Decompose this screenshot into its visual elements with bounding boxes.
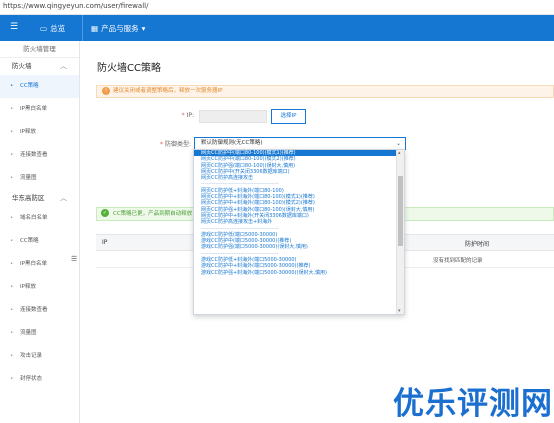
sidebar: 防火墙管理 防火墙 ︿ CC策略 IP黑白名单 IP释放 连接数查看 流量图 华… [0, 41, 80, 423]
sidebar-item-label: CC策略 [20, 83, 39, 89]
sidebar-item-label: 攻击记录 [20, 353, 43, 359]
sidebar-item-traffic[interactable]: 流量图 [0, 167, 79, 190]
empty-text: 没有找到匹配的记录 [433, 258, 483, 264]
select-ip-button[interactable]: 选择IP [271, 109, 306, 124]
scrollbar-thumb[interactable] [398, 176, 403, 246]
chevron-up-icon: ︿ [60, 62, 67, 70]
sidebar-item-label: IP黑白名单 [20, 106, 47, 112]
sidebar-item-domain-whitelist[interactable]: 域名白名单 [0, 207, 79, 230]
sidebar-item-attack-log[interactable]: 攻击记录 [0, 345, 79, 368]
defense-type-value: 默认防御规则(无CC策略) [201, 140, 263, 146]
scroll-up-icon[interactable]: ▴ [398, 150, 401, 156]
grid-icon: ▦ [91, 24, 99, 33]
sidebar-item-label: 封停状态 [20, 376, 43, 382]
chevron-down-icon: ⌄ [395, 140, 401, 147]
sidebar-item-ip-blackwhite-2[interactable]: IP黑白名单 [0, 253, 79, 276]
sidebar-item-label: IP释放 [20, 284, 36, 290]
column-header-time: 防护时间 [465, 241, 490, 248]
page-title: 防火墙CC策略 [97, 63, 161, 74]
watermark-logo: 优乐评测网 [393, 386, 553, 422]
sidebar-group-label: 防火墙 [12, 62, 32, 70]
nav-products-label: 产品与服务 [101, 24, 139, 33]
sidebar-group-label: 华东高防区 [12, 194, 45, 202]
defense-type-dropdown[interactable]: 网页CC防护中(端口80-100)(模式1)(推荐) 网页CC防护中(端口80-1… [193, 149, 405, 315]
browser-url-bar[interactable]: https://www.qingyeyun.com/user/firewall/ [0, 0, 554, 15]
sidebar-item-label: 流量图 [20, 175, 37, 181]
sidebar-item-ip-release-2[interactable]: IP释放 [0, 276, 79, 299]
sidebar-item-cc-policy[interactable]: CC策略 [0, 75, 79, 98]
sidebar-item-ip-release[interactable]: IP释放 [0, 121, 79, 144]
column-header-ip: IP [102, 239, 108, 246]
warning-alert: 建议关闭或者调整策略后，释放一次服务器IP [96, 85, 554, 98]
sidebar-item-label: CC策略 [20, 238, 39, 244]
sidebar-item-ban-status[interactable]: 封停状态 [0, 368, 79, 391]
sidebar-group-east-china[interactable]: 华东高防区 ︿ [0, 190, 79, 207]
dropdown-option-list: 网页CC防护中(端口80-100)(模式1)(推荐) 网页CC防护中(端口80-1… [194, 150, 404, 276]
ip-label: * IP: [181, 112, 194, 119]
sidebar-header: 防火墙管理 [0, 41, 79, 58]
nav-overview-label: 总览 [50, 24, 66, 33]
chevron-up-icon: ︿ [60, 194, 67, 202]
sidebar-item-label: 连接数查看 [20, 152, 48, 158]
sidebar-item-label: 域名白名单 [20, 215, 48, 221]
sidebar-item-label: IP释放 [20, 129, 36, 135]
nav-products[interactable]: ▦ 产品与服务 ▾ [91, 23, 145, 34]
top-navigation: ☰ ▭ 总览 ▦ 产品与服务 ▾ [0, 15, 554, 41]
ip-display-field [199, 110, 267, 123]
warning-text: 建议关闭或者调整策略后，释放一次服务器IP [113, 88, 223, 94]
success-text: CC策略已更，产品到期自动释放 [113, 211, 193, 217]
scroll-down-icon[interactable]: ▾ [398, 308, 401, 314]
dropdown-scrollbar[interactable]: ▴ ▾ [396, 150, 404, 314]
sidebar-item-label: 流量图 [20, 330, 37, 336]
chevron-down-icon: ▾ [141, 24, 146, 33]
sidebar-item-ip-blackwhite[interactable]: IP黑白名单 [0, 98, 79, 121]
menu-icon[interactable]: ☰ [10, 22, 18, 32]
sidebar-item-connections[interactable]: 连接数查看 [0, 144, 79, 167]
defense-type-label: * 防御类型: [160, 141, 191, 148]
sidebar-group-firewall[interactable]: 防火墙 ︿ [0, 58, 79, 75]
sidebar-collapse-icon[interactable]: ☰ [71, 255, 78, 265]
sidebar-item-cc-policy-2[interactable]: CC策略 [0, 230, 79, 253]
url-text[interactable]: https://www.qingyeyun.com/user/firewall/ [3, 2, 148, 10]
dropdown-option[interactable]: 游戏CC防护强+封海外(端口5000-30000)(误封大,慎用) [194, 270, 404, 276]
monitor-icon: ▭ [40, 24, 48, 33]
nav-divider [82, 15, 83, 41]
sidebar-item-label: 连接数查看 [20, 307, 48, 313]
sidebar-item-connections-2[interactable]: 连接数查看 [0, 299, 79, 322]
sidebar-item-label: IP黑白名单 [20, 261, 47, 267]
nav-overview[interactable]: ▭ 总览 [40, 23, 65, 34]
sidebar-item-traffic-2[interactable]: 流量图 [0, 322, 79, 345]
